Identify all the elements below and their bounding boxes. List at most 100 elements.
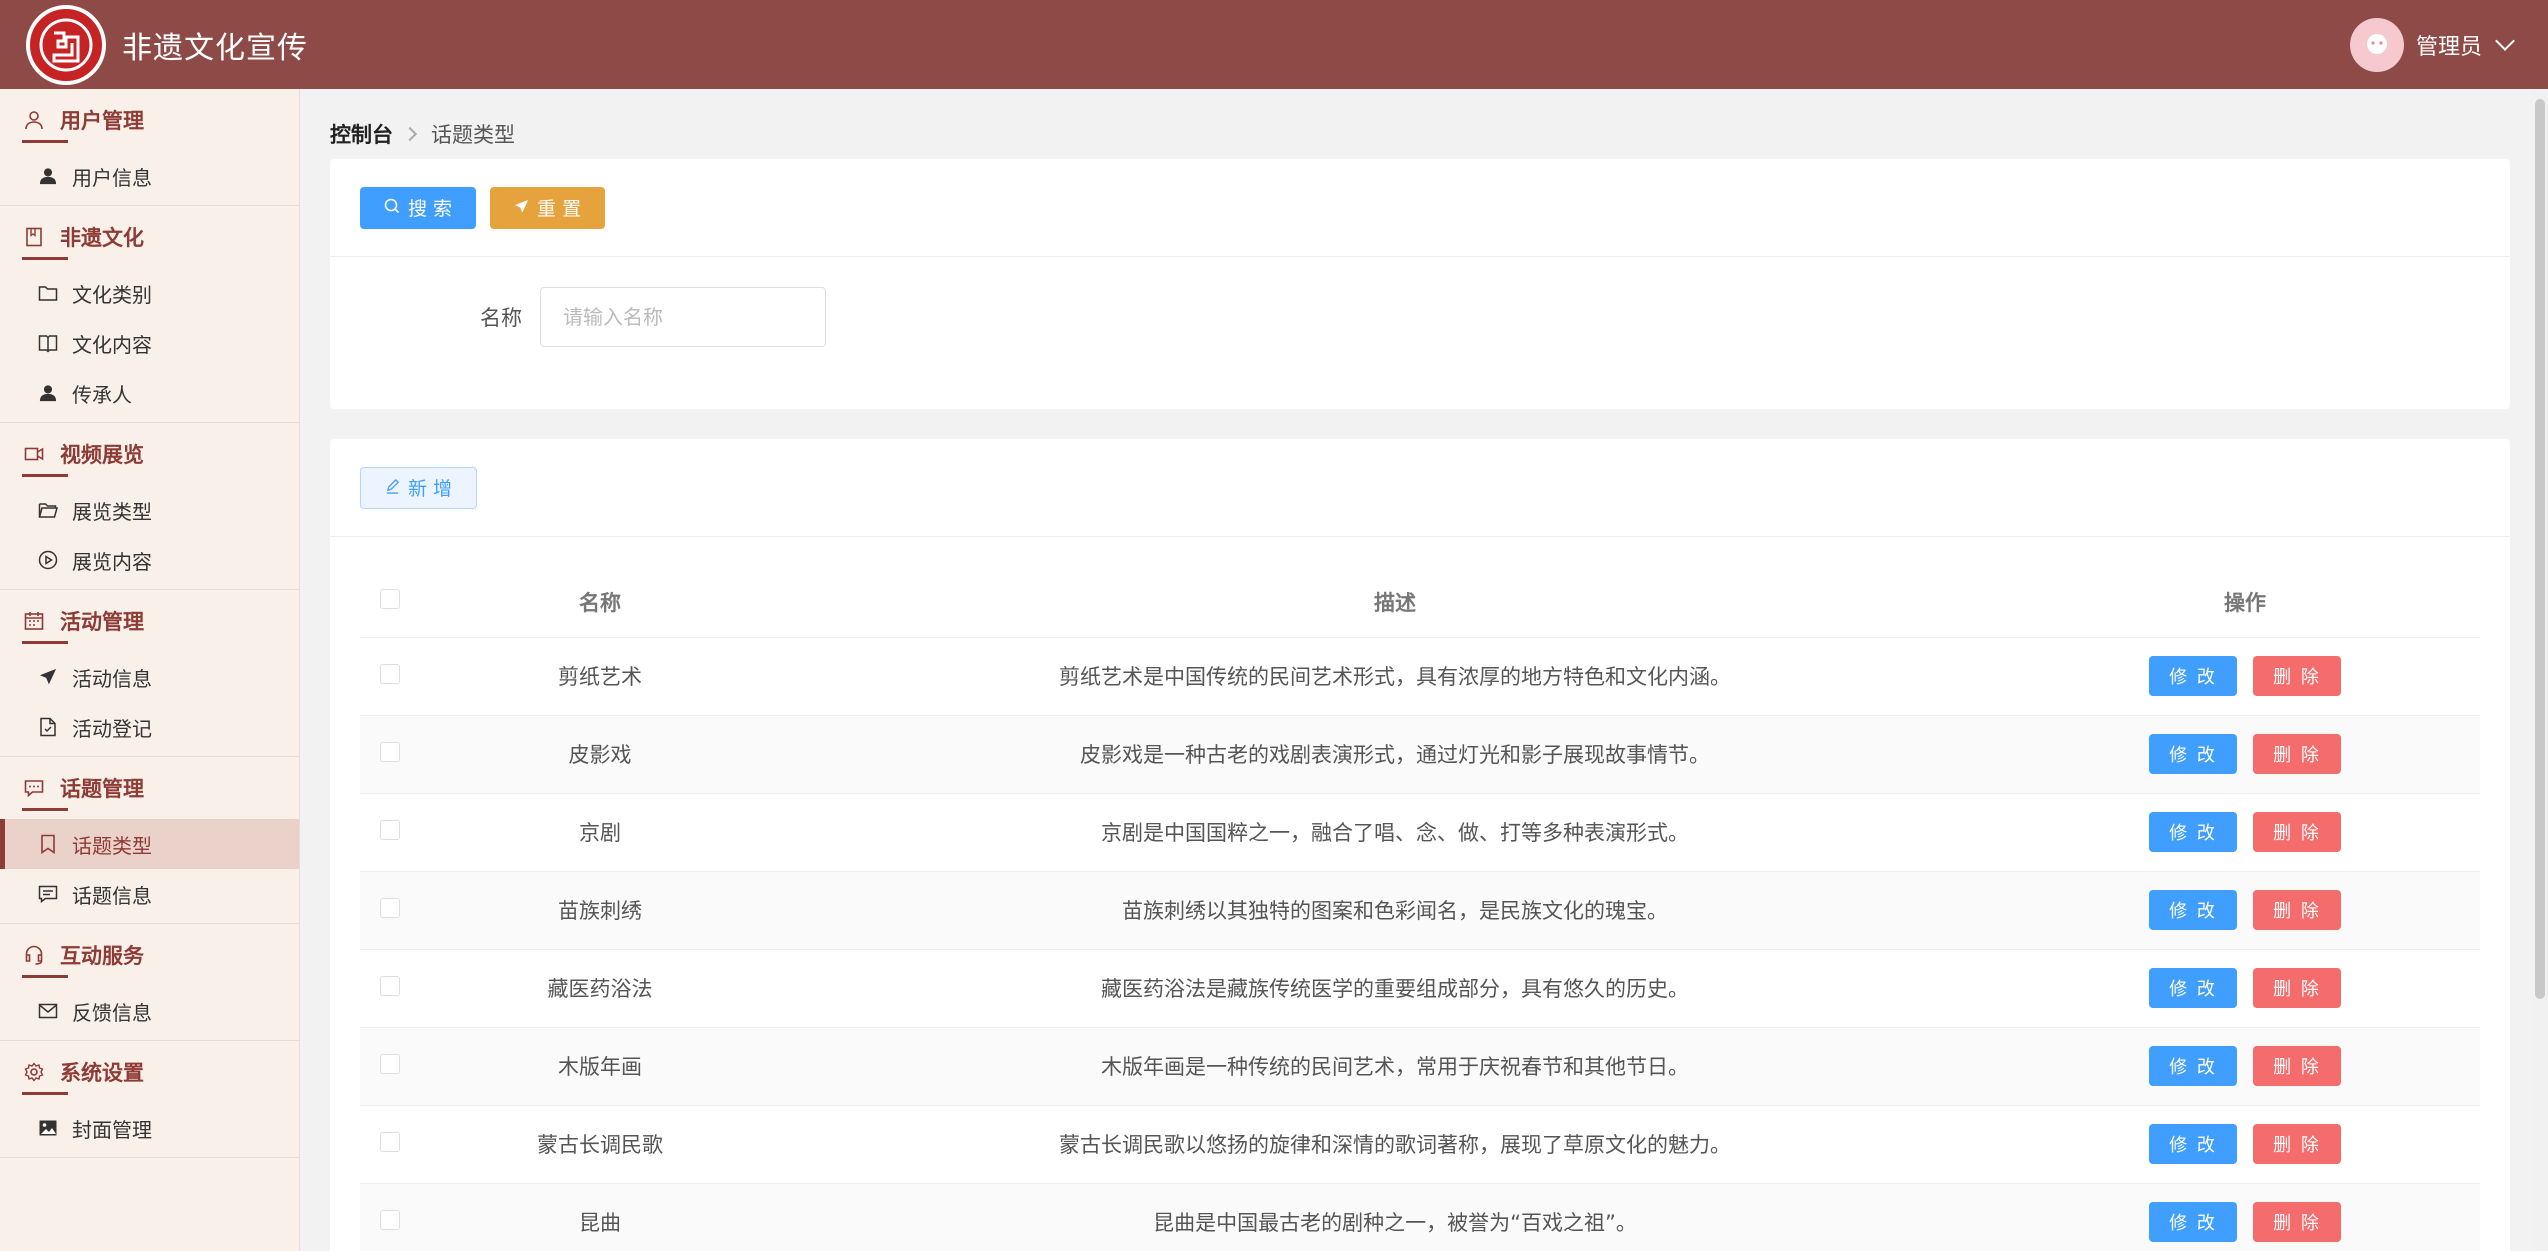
row-checkbox[interactable] bbox=[380, 819, 400, 840]
cell-name: 京剧 bbox=[420, 793, 780, 872]
user-filled-icon bbox=[38, 166, 58, 186]
sidebar: 用户管理 用户信息 非遗文化 文化类别 文化内容 传承人 视频展览 展览类型 展… bbox=[0, 89, 300, 1251]
select-all-checkbox[interactable] bbox=[380, 589, 400, 610]
chevron-right-icon bbox=[402, 126, 418, 142]
main-content: 控制台 话题类型 搜 索 重 置 名称 新 增 bbox=[300, 89, 2548, 1251]
header-desc: 描述 bbox=[780, 567, 2010, 638]
cell-desc: 苗族刺绣以其独特的图案和色彩闻名，是民族文化的瑰宝。 bbox=[780, 871, 2010, 950]
row-checkbox[interactable] bbox=[380, 1209, 400, 1230]
sidebar-item-user-info[interactable]: 用户信息 bbox=[0, 151, 299, 201]
sidebar-group-title[interactable]: 活动管理 bbox=[0, 590, 299, 652]
delete-button[interactable]: 删 除 bbox=[2253, 812, 2341, 852]
cell-name: 木版年画 bbox=[420, 1027, 780, 1106]
mail-icon bbox=[38, 1001, 58, 1021]
sidebar-group-title[interactable]: 互动服务 bbox=[0, 924, 299, 986]
cell-desc: 藏医药浴法是藏族传统医学的重要组成部分，具有悠久的历史。 bbox=[780, 949, 2010, 1028]
bookmark-icon bbox=[38, 834, 58, 854]
edit-button[interactable]: 修 改 bbox=[2149, 890, 2237, 930]
table-card: 新 增 名称 描述 操作 剪纸艺术 剪纸艺术是中国传统的民间艺术形式，具有浓厚的… bbox=[330, 439, 2510, 1251]
delete-button[interactable]: 删 除 bbox=[2253, 1124, 2341, 1164]
name-label: 名称 bbox=[480, 306, 522, 330]
sidebar-group-title[interactable]: 话题管理 bbox=[0, 757, 299, 819]
open-book-icon bbox=[38, 333, 58, 353]
send-icon bbox=[38, 667, 58, 687]
cell-name: 藏医药浴法 bbox=[420, 949, 780, 1028]
sidebar-item-inheritor[interactable]: 传承人 bbox=[0, 368, 299, 418]
row-checkbox[interactable] bbox=[380, 1053, 400, 1074]
name-search-input[interactable] bbox=[540, 287, 826, 347]
table-header-row: 名称 描述 操作 bbox=[360, 567, 2480, 638]
sidebar-item-feedback[interactable]: 反馈信息 bbox=[0, 986, 299, 1036]
gear-icon bbox=[24, 1062, 44, 1082]
row-checkbox[interactable] bbox=[380, 1131, 400, 1152]
sidebar-group-title[interactable]: 用户管理 bbox=[0, 89, 299, 151]
delete-button[interactable]: 删 除 bbox=[2253, 890, 2341, 930]
document-icon bbox=[38, 717, 58, 737]
vertical-scrollbar[interactable] bbox=[2532, 89, 2548, 1251]
edit-button[interactable]: 修 改 bbox=[2149, 1046, 2237, 1086]
cell-desc: 昆曲是中国最古老的剧种之一，被誉为“百戏之祖”。 bbox=[780, 1183, 2010, 1251]
sidebar-group-title[interactable]: 非遗文化 bbox=[0, 206, 299, 268]
sidebar-group-title[interactable]: 视频展览 bbox=[0, 423, 299, 485]
search-card: 搜 索 重 置 名称 bbox=[330, 159, 2510, 409]
row-checkbox[interactable] bbox=[380, 897, 400, 918]
user-filled-icon bbox=[38, 383, 58, 403]
scrollbar-thumb[interactable] bbox=[2535, 99, 2545, 999]
calendar-icon bbox=[24, 611, 44, 631]
message-icon bbox=[38, 884, 58, 904]
user-icon bbox=[24, 110, 44, 130]
sidebar-group-culture: 非遗文化 文化类别 文化内容 传承人 bbox=[0, 206, 299, 423]
delete-button[interactable]: 删 除 bbox=[2253, 1202, 2341, 1242]
sidebar-item-cover[interactable]: 封面管理 bbox=[0, 1103, 299, 1153]
search-toolbar: 搜 索 重 置 bbox=[330, 159, 2510, 257]
cell-desc: 皮影戏是一种古老的戏剧表演形式，通过灯光和影子展现故事情节。 bbox=[780, 715, 2010, 794]
delete-button[interactable]: 删 除 bbox=[2253, 968, 2341, 1008]
reset-button[interactable]: 重 置 bbox=[490, 186, 606, 229]
row-checkbox[interactable] bbox=[380, 975, 400, 996]
sidebar-item-activity-register[interactable]: 活动登记 bbox=[0, 702, 299, 752]
add-button[interactable]: 新 增 bbox=[360, 466, 478, 509]
sidebar-group-interaction: 互动服务 反馈信息 bbox=[0, 924, 299, 1041]
sidebar-item-culture-content[interactable]: 文化内容 bbox=[0, 318, 299, 368]
topic-type-table: 名称 描述 操作 剪纸艺术 剪纸艺术是中国传统的民间艺术形式，具有浓厚的地方特色… bbox=[360, 567, 2480, 1251]
play-circle-icon bbox=[38, 550, 58, 570]
sidebar-item-activity-info[interactable]: 活动信息 bbox=[0, 652, 299, 702]
edit-button[interactable]: 修 改 bbox=[2149, 812, 2237, 852]
folder-icon bbox=[38, 283, 58, 303]
user-menu[interactable]: 管理员 bbox=[2349, 17, 2515, 72]
cell-name: 皮影戏 bbox=[420, 715, 780, 794]
book-icon bbox=[24, 227, 44, 247]
cell-name: 蒙古长调民歌 bbox=[420, 1105, 780, 1184]
sidebar-item-culture-category[interactable]: 文化类别 bbox=[0, 268, 299, 318]
delete-button[interactable]: 删 除 bbox=[2253, 734, 2341, 774]
sidebar-item-exhibit-content[interactable]: 展览内容 bbox=[0, 535, 299, 585]
breadcrumb: 控制台 话题类型 bbox=[330, 119, 515, 149]
edit-button[interactable]: 修 改 bbox=[2149, 968, 2237, 1008]
sidebar-item-topic-info[interactable]: 话题信息 bbox=[0, 869, 299, 919]
delete-button[interactable]: 删 除 bbox=[2253, 656, 2341, 696]
chevron-down-icon bbox=[2495, 30, 2515, 51]
search-form-row: 名称 bbox=[330, 257, 2510, 347]
picture-icon bbox=[38, 1118, 58, 1138]
row-checkbox[interactable] bbox=[380, 663, 400, 684]
edit-button[interactable]: 修 改 bbox=[2149, 656, 2237, 696]
row-checkbox[interactable] bbox=[380, 741, 400, 762]
edit-button[interactable]: 修 改 bbox=[2149, 1124, 2237, 1164]
delete-button[interactable]: 删 除 bbox=[2253, 1046, 2341, 1086]
sidebar-item-topic-type[interactable]: 话题类型 bbox=[0, 819, 299, 869]
breadcrumb-root[interactable]: 控制台 bbox=[330, 119, 393, 149]
sidebar-item-exhibit-type[interactable]: 展览类型 bbox=[0, 485, 299, 535]
table-toolbar: 新 增 bbox=[330, 439, 2510, 537]
edit-button[interactable]: 修 改 bbox=[2149, 1202, 2237, 1242]
table-row: 剪纸艺术 剪纸艺术是中国传统的民间艺术形式，具有浓厚的地方特色和文化内涵。 修 … bbox=[360, 637, 2480, 716]
table-row: 昆曲 昆曲是中国最古老的剧种之一，被誉为“百戏之祖”。 修 改删 除 bbox=[360, 1183, 2480, 1251]
sidebar-group-title[interactable]: 系统设置 bbox=[0, 1041, 299, 1103]
folder-open-icon bbox=[38, 500, 58, 520]
edit-button[interactable]: 修 改 bbox=[2149, 734, 2237, 774]
cell-name: 昆曲 bbox=[420, 1183, 780, 1251]
chat-icon bbox=[24, 778, 44, 798]
search-button[interactable]: 搜 索 bbox=[360, 186, 477, 229]
cell-desc: 木版年画是一种传统的民间艺术，常用于庆祝春节和其他节日。 bbox=[780, 1027, 2010, 1106]
cell-name: 苗族刺绣 bbox=[420, 871, 780, 950]
search-icon bbox=[384, 197, 400, 219]
